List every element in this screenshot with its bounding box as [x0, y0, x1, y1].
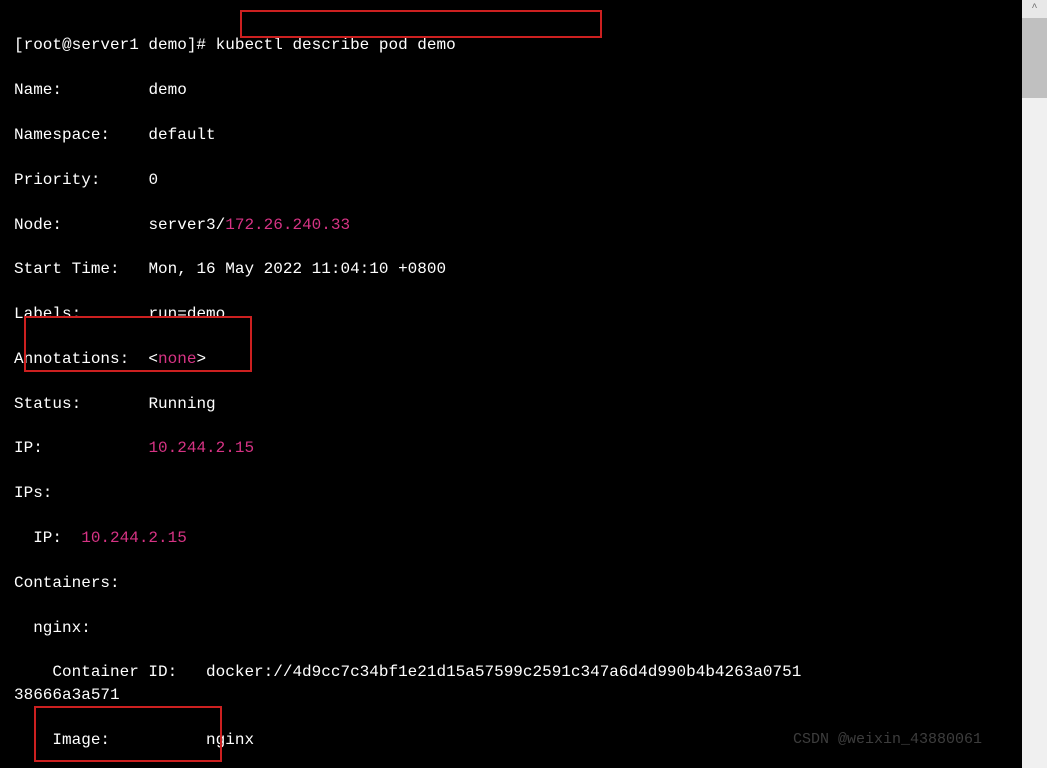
field-annotations: Annotations: <none>: [14, 348, 1008, 370]
field-node: Node: server3/172.26.240.33: [14, 214, 1008, 236]
container-nginx-name: nginx:: [14, 617, 1008, 639]
field-priority: Priority: 0: [14, 169, 1008, 191]
command-text: kubectl describe pod demo: [216, 36, 456, 54]
scrollbar-up-icon[interactable]: ^: [1022, 0, 1047, 18]
nginx-container-id: Container ID: docker://4d9cc7c34bf1e21d1…: [14, 661, 1008, 706]
ips-entry: IP: 10.244.2.15: [14, 527, 1008, 549]
field-namespace: Namespace: default: [14, 124, 1008, 146]
scrollbar-thumb[interactable]: [1022, 18, 1047, 98]
field-start-time: Start Time: Mon, 16 May 2022 11:04:10 +0…: [14, 258, 1008, 280]
field-ip: IP: 10.244.2.15: [14, 437, 1008, 459]
vertical-scrollbar[interactable]: ^: [1022, 0, 1047, 768]
prompt-line: [root@server1 demo]# kubectl describe po…: [14, 34, 1008, 56]
containers-header: Containers:: [14, 572, 1008, 594]
watermark-text: CSDN @weixin_43880061: [793, 729, 982, 750]
ips-header: IPs:: [14, 482, 1008, 504]
shell-prompt: [root@server1 demo]#: [14, 36, 216, 54]
field-labels: Labels: run=demo: [14, 303, 1008, 325]
field-name: Name: demo: [14, 79, 1008, 101]
field-status: Status: Running: [14, 393, 1008, 415]
terminal-window[interactable]: [root@server1 demo]# kubectl describe po…: [0, 0, 1022, 768]
